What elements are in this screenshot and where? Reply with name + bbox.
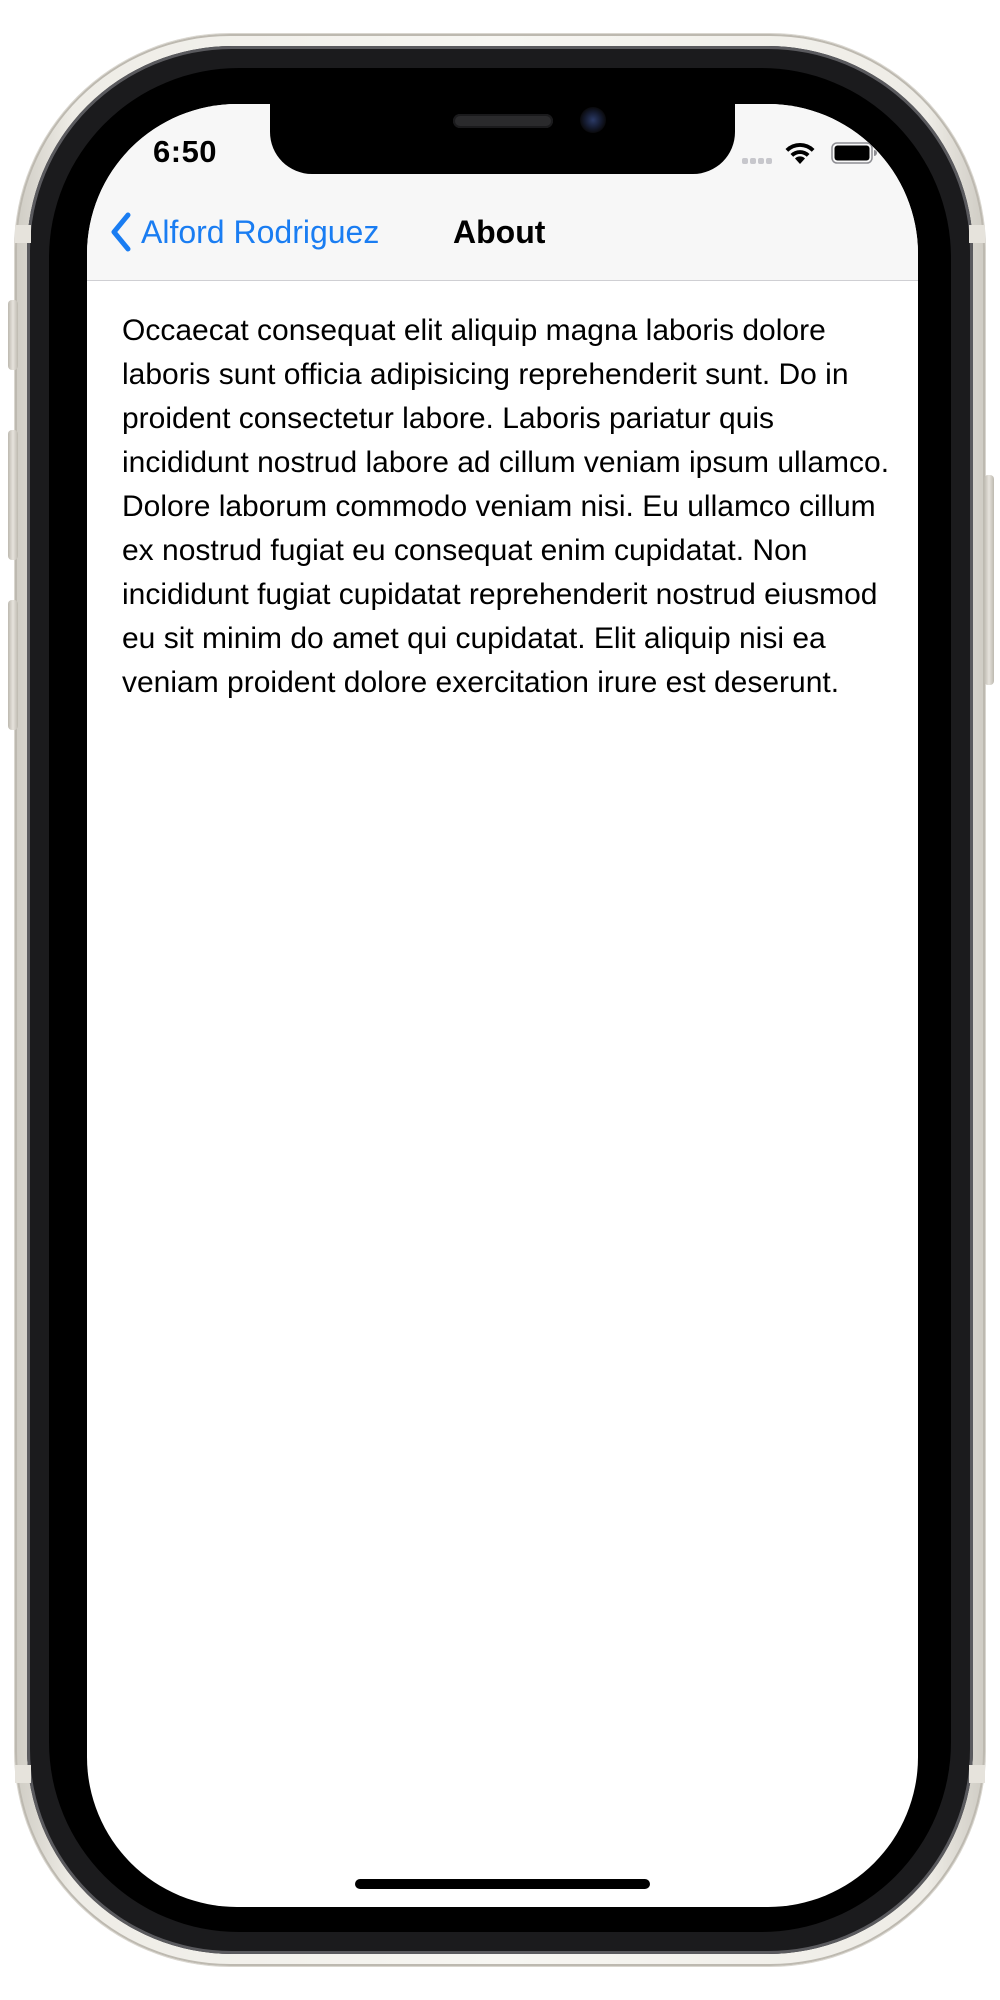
about-text: Occaecat consequat elit aliquip magna la… bbox=[122, 314, 890, 699]
antenna-line-left-bottom bbox=[15, 1765, 31, 1783]
battery-icon bbox=[831, 142, 877, 164]
cellular-signal-icon bbox=[742, 156, 774, 164]
antenna-line-right-top bbox=[969, 225, 985, 243]
volume-up-button bbox=[8, 430, 18, 560]
notch bbox=[270, 104, 735, 174]
page-title: About bbox=[453, 214, 546, 250]
wifi-icon bbox=[785, 142, 815, 164]
home-indicator[interactable] bbox=[355, 1879, 650, 1889]
back-button-label: Alford Rodriguez bbox=[141, 213, 380, 250]
back-button[interactable]: Alford Rodriguez bbox=[109, 210, 379, 254]
power-button bbox=[984, 475, 994, 685]
antenna-line-left-top bbox=[15, 225, 31, 243]
volume-down-button bbox=[8, 600, 18, 730]
navigation-bar: Alford Rodriguez About bbox=[87, 184, 918, 281]
chevron-left-icon bbox=[111, 212, 131, 252]
earpiece-speaker bbox=[453, 114, 553, 128]
front-camera bbox=[580, 107, 606, 133]
mute-switch bbox=[8, 300, 18, 370]
screen: 6:50 Alford Rodriguez About Occaecat con… bbox=[87, 104, 918, 1907]
status-time: 6:50 bbox=[153, 134, 218, 169]
antenna-line-right-bottom bbox=[969, 1765, 985, 1783]
